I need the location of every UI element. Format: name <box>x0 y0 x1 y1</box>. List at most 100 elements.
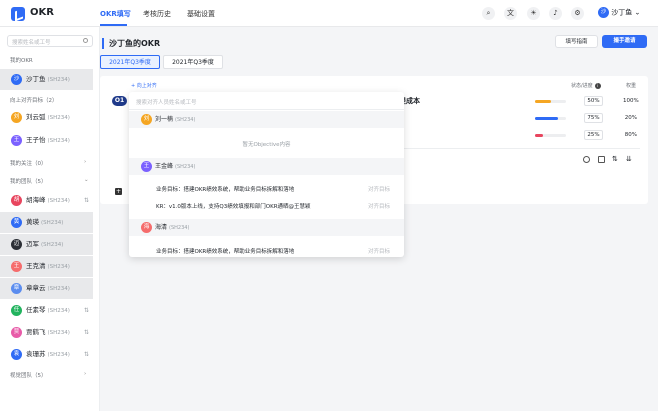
progress-input[interactable]: 25% <box>584 130 603 140</box>
avatar: 胡 <box>11 194 22 206</box>
user-code: (SH234) <box>41 220 64 226</box>
sidebar-item-team[interactable]: 黄黄瑛 (SH234) <box>0 212 93 233</box>
user-name: 沙丁鱼 <box>611 8 633 17</box>
nav-settings[interactable]: 基础设置 <box>187 9 215 19</box>
sidebar-item-team[interactable]: 胡胡海峰 (SH234) ⇅ <box>0 190 93 211</box>
align-target-button[interactable]: 对齐目标 <box>368 185 390 193</box>
progress-bar <box>535 117 566 120</box>
avatar: 迈 <box>11 238 22 250</box>
tab-quarter-current[interactable]: 2021年Q3季度 <box>100 55 160 69</box>
user-code: (SH234) <box>47 77 70 83</box>
user-code: (SH234) <box>47 330 70 336</box>
avatar: 沙 <box>11 73 22 85</box>
follow-label[interactable]: 我的关注（0） › <box>10 159 86 167</box>
tab-quarter-other[interactable]: 2021年Q3季度 <box>163 55 223 69</box>
avatar: 沙 <box>598 7 609 18</box>
sidebar-item-team[interactable]: 迈迈军 (SH234) <box>0 234 93 255</box>
sidebar-item-upward[interactable]: 王王子怡 (SH234) <box>0 130 93 151</box>
dropdown-group-header: 刘刘一楠 (SH234) <box>129 111 404 128</box>
team-label[interactable]: 我的团队（5） ⌄ <box>10 177 89 185</box>
search-placeholder: 搜索姓名或工号 <box>12 40 51 46</box>
weight-value: 20% <box>624 115 637 121</box>
progress-bar <box>535 100 566 103</box>
sort-icon[interactable]: ⇅ <box>612 156 619 163</box>
sort-desc-icon[interactable]: ⇊ <box>626 156 633 163</box>
sidebar-item-label: 贾鹤飞 <box>26 328 46 336</box>
sidebar-item-label: 王子怡 <box>26 136 46 144</box>
list-item: KR：v1.0版本上线，支持Q3绩效填报和部门OKR通晒@王慧颖 对齐目标 <box>156 202 396 210</box>
dropdown-group-header: 王王金峰 (SH234) <box>129 158 404 175</box>
team-label-text: 我的团队（5） <box>10 179 47 185</box>
user-code: (SH234) <box>175 164 196 170</box>
nav-active-indicator <box>100 24 127 26</box>
list-item: 业务目标：搭建OKR绩效系统，帮助业务目标拆解和落地 对齐目标 <box>156 185 396 193</box>
sidebar-item-team[interactable]: 贾贾鹤飞 (SH234) ⇅ <box>0 322 93 343</box>
align-target-button[interactable]: 对齐目标 <box>368 247 390 255</box>
objective-badge: O1 <box>112 96 127 106</box>
info-icon[interactable]: i <box>594 83 601 89</box>
gear-icon[interactable]: ⚙ <box>571 7 584 20</box>
progress-fill <box>535 100 551 103</box>
sidebar-item-team[interactable]: 章章章云 (SH234) <box>0 278 93 299</box>
sidebar-item-me[interactable]: 沙沙丁鱼 (SH234) <box>0 69 93 90</box>
align-search-input[interactable]: 搜索对齐人员姓名或工号 <box>129 92 404 110</box>
sidebar-item-team[interactable]: 任任素琴 (SH234) ⇅ <box>0 300 93 321</box>
user-code: (SH234) <box>47 352 70 358</box>
vision-team-label-text: 视觉团队（5） <box>10 373 47 379</box>
link-icon: ⇅ <box>84 329 90 336</box>
sidebar-item-upward[interactable]: 刘刘云弧 (SH234) <box>0 107 93 128</box>
kr-item-text: KR：v1.0版本上线，支持Q3绩效填报和部门OKR通晒@王慧颖 <box>156 204 311 210</box>
search-input[interactable]: 搜索姓名或工号 <box>7 35 93 47</box>
avatar: 刘 <box>11 111 22 123</box>
progress-fill <box>535 117 559 120</box>
user-code: (SH234) <box>47 138 70 144</box>
status-header: 状态/进度 i <box>571 82 601 89</box>
chevron-right-icon: › <box>84 371 87 377</box>
sidebar-item-label: 刘云弧 <box>26 113 46 121</box>
search-icon[interactable]: ⌕ <box>482 7 495 20</box>
user-code: (SH234) <box>47 115 70 121</box>
avatar: 黄 <box>11 216 22 228</box>
sidebar-item-label: 沙丁鱼 <box>26 75 46 83</box>
edit-icon[interactable] <box>598 156 605 163</box>
vision-team-label[interactable]: 视觉团队（5） › <box>10 371 86 379</box>
sidebar-item-team[interactable]: 袁袁珊苏 (SH234) ⇅ <box>0 344 93 365</box>
avatar: 王 <box>11 134 22 146</box>
link-icon: ⇅ <box>84 307 90 314</box>
sidebar-item-label: 黄瑛 <box>26 218 39 226</box>
invite-button[interactable]: 撮手邀请 <box>602 35 647 48</box>
guide-button[interactable]: 填写指南 <box>555 35 598 48</box>
progress-input[interactable]: 75% <box>584 113 603 123</box>
list-item: 业务目标：搭建OKR绩效系统，帮助业务目标拆解和落地 对齐目标 <box>156 247 396 255</box>
bell-icon[interactable]: ♪ <box>549 7 562 20</box>
sidebar-item-label: 任素琴 <box>26 306 46 314</box>
align-up-link[interactable]: + 向上对齐 <box>131 82 157 89</box>
avatar: 章 <box>11 282 22 294</box>
plus-icon[interactable]: + <box>115 188 122 195</box>
avatar: 海 <box>141 222 152 233</box>
avatar: 贾 <box>11 326 22 338</box>
sidebar-item-label: 王克清 <box>26 262 46 270</box>
user-code: (SH234) <box>169 225 190 231</box>
user-code: (SH234) <box>47 264 70 270</box>
nav-okr-fill[interactable]: OKR填写 <box>100 9 131 19</box>
user-code: (SH234) <box>41 242 64 248</box>
avatar: 王 <box>11 260 22 272</box>
user-menu[interactable]: 沙 沙丁鱼 ⌄ <box>598 7 640 18</box>
weight-header: 权重 <box>626 83 637 89</box>
nav-history[interactable]: 考核历史 <box>143 9 171 19</box>
avatar: 袁 <box>11 348 22 360</box>
translate-icon[interactable]: 文 <box>504 7 517 20</box>
align-dropdown: 搜索对齐人员姓名或工号 刘刘一楠 (SH234) 暂无Objective内容 王王… <box>129 92 404 257</box>
group-name: 刘一楠 <box>155 116 174 123</box>
sidebar-item-label: 袁珊苏 <box>26 350 46 358</box>
align-target-button[interactable]: 对齐目标 <box>368 202 390 210</box>
objective-item-text: 业务目标：搭建OKR绩效系统，帮助业务目标拆解和落地 <box>156 187 295 193</box>
sidebar-item-label: 章章云 <box>26 284 46 292</box>
link-icon: ⇅ <box>84 351 90 358</box>
clock-icon[interactable] <box>583 156 590 163</box>
sun-icon[interactable]: ☀ <box>527 7 540 20</box>
sidebar-item-team[interactable]: 王王克清 (SH234) <box>0 256 93 277</box>
group-name: 王金峰 <box>155 163 174 170</box>
progress-input[interactable]: 50% <box>584 96 603 106</box>
